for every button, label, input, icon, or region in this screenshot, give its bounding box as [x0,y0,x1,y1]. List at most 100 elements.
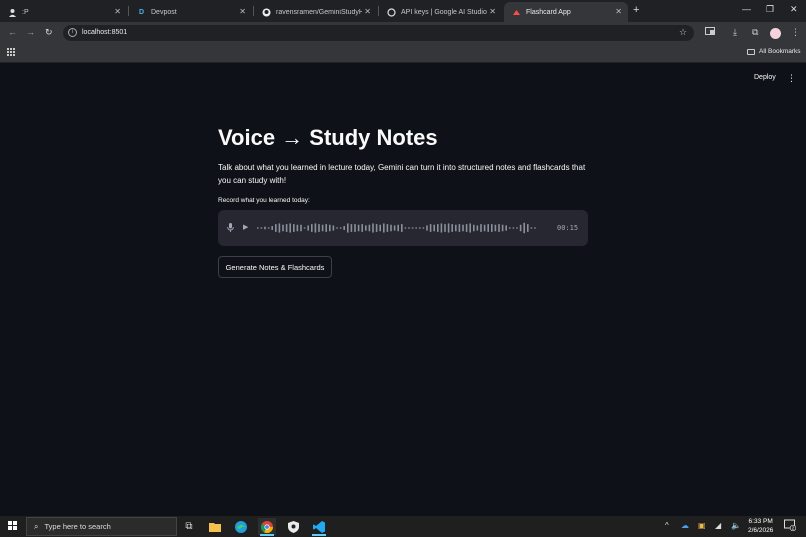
waveform-bar [530,227,533,229]
person-icon [8,8,17,17]
play-icon[interactable]: ▶ [243,223,248,231]
waveform-bar [264,226,266,230]
waveform-bar [451,224,453,232]
forward-icon[interactable]: → [26,27,35,37]
tab-devpost[interactable]: D Devpost ✕ [129,2,252,22]
record-label: Record what you learned today: [218,197,310,204]
tab-ai-studio[interactable]: API keys | Google AI Studio ✕ [379,2,502,22]
waveform-bar [469,223,471,233]
streamlit-icon [512,8,521,17]
taskbar-clock[interactable]: 6:33 PM 2/6/2026 [748,517,773,535]
waveform-bar [365,225,367,231]
bookmark-star-icon[interactable]: ☆ [679,27,687,38]
waveform-bar [257,227,259,229]
waveform-bar [426,225,428,231]
waveform-bar [498,224,500,232]
cast-icon[interactable] [705,27,715,38]
tab-title: :P [22,8,29,16]
chrome-icon[interactable] [258,518,276,536]
site-info-icon[interactable]: i [68,28,77,37]
deploy-button[interactable]: Deploy [754,74,776,81]
window-close-icon[interactable]: ✕ [790,4,798,15]
waveform-bar [487,224,489,232]
waveform-bar [408,227,410,229]
waveform-bar [318,224,320,232]
waveform-bar [429,224,432,232]
browser-menu-icon[interactable]: ⋮ [791,27,800,38]
waveform-bar [390,224,392,232]
waveform-bar [311,224,313,232]
waveform-bar [307,225,309,231]
waveform-bar [419,227,421,229]
back-icon[interactable]: ← [8,27,17,37]
windows-start-icon[interactable] [8,521,17,530]
waveform-bar [386,224,389,232]
app-menu-icon[interactable]: ⋮ [787,73,796,84]
waveform-bar [332,225,335,231]
waveform-bar [447,223,450,233]
all-bookmarks-button[interactable]: All Bookmarks [747,48,801,55]
page-description: Talk about what you learned in lecture t… [218,163,586,185]
waveform-bar [379,224,381,232]
apps-grid-icon[interactable] [7,48,15,56]
extensions-icon[interactable]: ⧉ [752,27,758,38]
close-icon[interactable]: ✕ [114,7,121,16]
task-view-icon[interactable]: ⧉ [180,518,198,535]
waveform-bar [411,227,414,229]
profile-avatar[interactable] [770,28,781,39]
minimize-icon[interactable]: — [742,4,751,14]
ai-studio-icon [387,7,396,17]
close-icon[interactable]: ✕ [489,7,496,16]
devpost-icon: D [138,8,145,16]
waveform-bar [534,227,536,229]
tab-title: API keys | Google AI Studio [401,8,487,16]
tab-github[interactable]: ravensramen/GeminiStudyHelp ✕ [254,2,377,22]
close-icon[interactable]: ✕ [615,7,622,16]
waveform-bar [368,224,371,232]
tab-flashcard-app[interactable]: Flashcard App ✕ [504,2,628,22]
tray-chevron-icon[interactable]: ^ [665,521,669,530]
generate-button[interactable]: Generate Notes & Flashcards [218,256,332,278]
tray-app-icon[interactable]: ▣ [698,521,706,530]
vscode-icon[interactable] [310,518,328,536]
close-icon[interactable]: ✕ [239,7,246,16]
waveform[interactable] [255,218,550,238]
recording-time: 00:15 [557,224,579,232]
waveform-bar [347,223,349,233]
all-bookmarks-label: All Bookmarks [759,48,801,55]
download-icon[interactable]: ⤓ [733,27,737,38]
tab-p[interactable]: :P ✕ [0,2,127,22]
waveform-bar [329,224,331,232]
waveform-bar [354,224,356,232]
waveform-bar [404,227,407,229]
waveform-bar [372,223,374,233]
waveform-bar [383,223,385,233]
edge-icon[interactable] [232,518,250,535]
new-tab-icon[interactable]: + [633,4,639,16]
reload-icon[interactable]: ↻ [45,27,53,38]
volume-icon[interactable]: 🔈 [731,521,741,530]
waveform-bar [476,225,479,231]
file-explorer-icon[interactable] [206,518,224,535]
search-icon: ⌕ [34,521,39,531]
app-shield-icon[interactable] [284,518,302,535]
waveform-bar [289,223,291,233]
taskbar-search-input[interactable]: ⌕ Type here to search [26,517,177,536]
search-placeholder: Type here to search [44,522,111,531]
waveform-bar [321,224,324,232]
network-icon[interactable]: ◢ [715,521,721,530]
onedrive-icon[interactable]: ☁ [681,521,689,530]
microphone-icon[interactable] [227,223,234,234]
close-icon[interactable]: ✕ [364,7,371,16]
waveform-bar [437,224,439,232]
waveform-bar [397,224,399,232]
url-text[interactable]: localhost:8501 [82,29,127,36]
notifications-icon[interactable]: 2 [784,519,797,533]
address-bar[interactable] [63,25,694,41]
waveform-bar [505,225,507,231]
github-icon [262,8,271,17]
waveform-bar [285,224,288,232]
restore-icon[interactable]: ❐ [766,4,774,15]
waveform-bar [314,223,317,233]
waveform-bar [509,227,511,229]
